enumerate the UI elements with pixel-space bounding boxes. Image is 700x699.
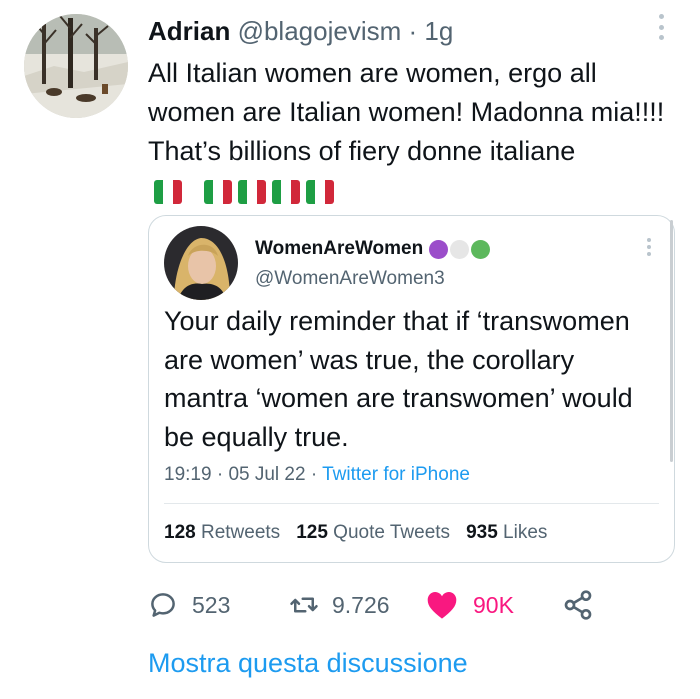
- author-avatar[interactable]: [24, 14, 128, 118]
- quoted-date[interactable]: 05 Jul 22: [228, 464, 305, 485]
- person-portrait-avatar-image: [164, 226, 238, 300]
- share-icon: [564, 590, 592, 620]
- author-handle[interactable]: @blagojevism: [238, 16, 402, 46]
- quoted-time[interactable]: 19:19: [164, 464, 212, 485]
- quoted-stats: 128 Retweets 125 Quote Tweets 935 Likes: [164, 522, 547, 544]
- green-circle-icon: [471, 239, 491, 259]
- white-circle-icon: [450, 239, 470, 259]
- more-options-icon[interactable]: [654, 14, 668, 40]
- meta-separator: ·: [216, 464, 224, 485]
- quoted-more-options-icon[interactable]: [644, 238, 654, 256]
- tweet-time[interactable]: 1g: [424, 16, 453, 46]
- heart-icon: [427, 592, 457, 619]
- scrollbar[interactable]: [670, 220, 673, 462]
- tweet-text: All Italian women are women, ergo all wo…: [148, 54, 668, 210]
- italian-flags-emoji: [154, 179, 334, 204]
- quoted-source[interactable]: Twitter for iPhone: [322, 464, 470, 485]
- show-thread-link[interactable]: Mostra questa discussione: [148, 648, 468, 679]
- reply-count: 523: [192, 591, 231, 618]
- author-name[interactable]: Adrian: [148, 16, 230, 46]
- quoted-author-name-row: WomenAreWomen: [255, 238, 491, 260]
- tweet-actions: 523 9.726 90K: [148, 585, 608, 625]
- tweet-header: Adrian @blagojevism · 1g: [148, 14, 453, 48]
- quoted-tweet-meta: 19:19 · 05 Jul 22 · Twitter for iPhone: [164, 464, 470, 486]
- retweet-count: 9.726: [332, 591, 390, 618]
- quoted-tweet-card[interactable]: WomenAreWomen @WomenAreWomen3 Your daily…: [148, 215, 675, 563]
- like-button[interactable]: 90K: [425, 585, 514, 625]
- meta-separator: ·: [310, 464, 318, 485]
- italian-flag-icon: [154, 179, 182, 204]
- quoted-tweet-text: Your daily reminder that if ‘transwomen …: [164, 306, 633, 452]
- retweets-stat[interactable]: 128 Retweets: [164, 522, 280, 544]
- quoted-author-avatar[interactable]: [164, 226, 238, 300]
- reply-button[interactable]: 523: [148, 585, 230, 625]
- quoted-author-handle[interactable]: @WomenAreWomen3: [255, 268, 445, 290]
- italian-flag-icon: [238, 179, 266, 204]
- separator-dot: ·: [408, 16, 418, 46]
- quoted-author-name[interactable]: WomenAreWomen: [255, 238, 423, 260]
- winter-painting-avatar-image: [24, 14, 128, 118]
- italian-flag-icon: [306, 179, 334, 204]
- retweet-icon: [290, 597, 318, 613]
- tweet-body: All Italian women are women, ergo all wo…: [148, 58, 665, 166]
- colored-circles-emoji: [429, 239, 491, 259]
- italian-flag-icon: [204, 179, 232, 204]
- like-count: 90K: [473, 591, 514, 618]
- likes-stat[interactable]: 935 Likes: [466, 522, 547, 544]
- retweet-button[interactable]: 9.726: [288, 585, 390, 625]
- purple-circle-icon: [429, 239, 449, 259]
- reply-icon: [151, 593, 175, 617]
- italian-flag-icon: [272, 179, 300, 204]
- share-button[interactable]: [562, 585, 594, 625]
- divider: [164, 503, 659, 504]
- quote-tweets-stat[interactable]: 125 Quote Tweets: [296, 522, 450, 544]
